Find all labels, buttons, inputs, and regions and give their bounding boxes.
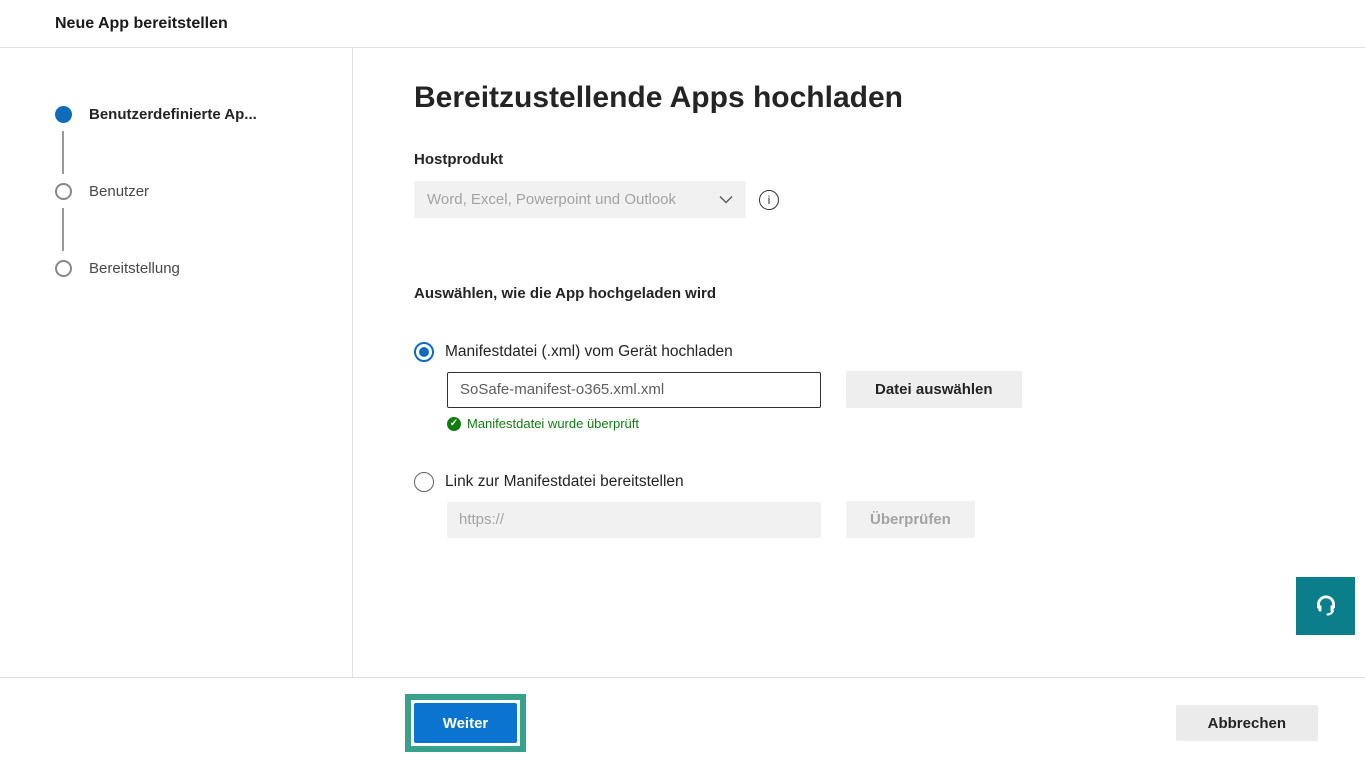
- manifest-link-row: Überprüfen: [447, 501, 1365, 538]
- dialog-header: Neue App bereitstellen: [0, 0, 1365, 48]
- dialog-footer: Weiter Abbrechen: [0, 677, 1365, 757]
- next-button[interactable]: Weiter: [414, 703, 517, 743]
- radio-unselected-icon[interactable]: [414, 472, 434, 492]
- wizard-step-deployment[interactable]: Bereitstellung: [55, 259, 352, 277]
- headset-icon: [1313, 592, 1339, 621]
- host-product-label: Hostprodukt: [414, 151, 1365, 169]
- next-button-highlight-box: Weiter: [405, 694, 526, 752]
- step-circle-icon: [55, 183, 72, 200]
- manifest-url-input[interactable]: [447, 502, 821, 538]
- manifest-upload-radio-option[interactable]: Manifestdatei (.xml) vom Gerät hochladen: [414, 342, 1365, 362]
- check-circle-icon: ✓: [447, 417, 461, 431]
- manifest-validation-row: ✓ Manifestdatei wurde überprüft: [447, 416, 1365, 431]
- step-circle-active-icon: [55, 106, 72, 123]
- wizard-steps-sidebar: Benutzerdefinierte Ap... Benutzer Bereit…: [0, 48, 353, 677]
- host-product-row: Word, Excel, Powerpoint und Outlook i: [414, 181, 1365, 218]
- verify-link-button[interactable]: Überprüfen: [846, 501, 975, 538]
- manifest-file-row: Datei auswählen: [447, 371, 1365, 408]
- info-icon[interactable]: i: [759, 190, 779, 210]
- wizard-step-label: Benutzerdefinierte Ap...: [89, 106, 257, 123]
- host-product-dropdown[interactable]: Word, Excel, Powerpoint und Outlook: [414, 181, 746, 218]
- radio-selected-icon[interactable]: [414, 342, 434, 362]
- wizard-step-users[interactable]: Benutzer: [55, 182, 352, 200]
- step-connector-line: [62, 208, 64, 251]
- manifest-file-input[interactable]: [447, 372, 821, 408]
- deploy-app-dialog: Neue App bereitstellen Benutzerdefiniert…: [0, 0, 1365, 757]
- chevron-down-icon: [719, 191, 733, 209]
- cancel-button[interactable]: Abbrechen: [1176, 705, 1318, 741]
- wizard-step-custom-apps[interactable]: Benutzerdefinierte Ap...: [55, 105, 352, 123]
- upload-method-heading: Auswählen, wie die App hochgeladen wird: [414, 285, 1365, 303]
- wizard-step-label: Bereitstellung: [89, 260, 180, 277]
- manifest-validation-message: Manifestdatei wurde überprüft: [467, 416, 639, 431]
- choose-file-button[interactable]: Datei auswählen: [846, 371, 1022, 408]
- step-circle-icon: [55, 260, 72, 277]
- dialog-title: Neue App bereitstellen: [55, 15, 228, 33]
- page-title: Bereitzustellende Apps hochladen: [414, 78, 1365, 118]
- wizard-step-label: Benutzer: [89, 183, 149, 200]
- main-content: Bereitzustellende Apps hochladen Hostpro…: [353, 48, 1365, 677]
- help-support-button[interactable]: [1296, 577, 1355, 635]
- host-product-selected-value: Word, Excel, Powerpoint und Outlook: [427, 191, 676, 208]
- manifest-link-radio-label: Link zur Manifestdatei bereitstellen: [445, 473, 684, 491]
- step-connector-line: [62, 131, 64, 174]
- manifest-upload-radio-label: Manifestdatei (.xml) vom Gerät hochladen: [445, 343, 733, 361]
- manifest-link-radio-option[interactable]: Link zur Manifestdatei bereitstellen: [414, 472, 1365, 492]
